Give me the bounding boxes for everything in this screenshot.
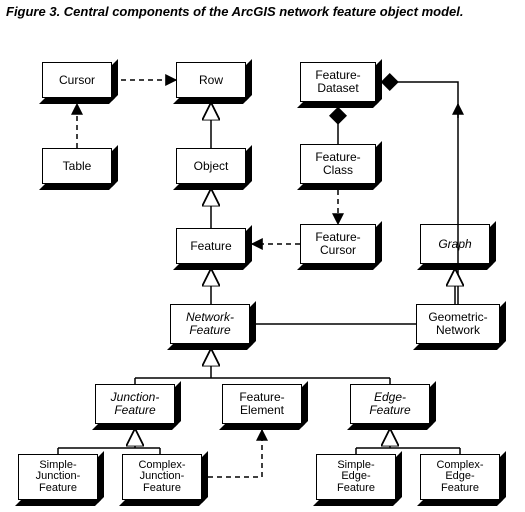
box-row-label: Row xyxy=(176,62,246,98)
box-geometric-network: Geometric-Network xyxy=(416,304,500,344)
box-simple-edge-feature: Simple-Edge-Feature xyxy=(316,454,396,500)
box-feature-dataset: Feature-Dataset xyxy=(300,62,376,102)
box-table-label: Table xyxy=(42,148,112,184)
figure-title: Figure 3. Central components of the ArcG… xyxy=(6,4,463,19)
box-graph: Graph xyxy=(420,224,490,264)
box-feature-cursor-label: Feature-Cursor xyxy=(300,224,376,264)
box-simple-junction-feature: Simple-Junction-Feature xyxy=(18,454,98,500)
box-simple-junction-feature-label: Simple-Junction-Feature xyxy=(18,454,98,500)
box-object: Object xyxy=(176,148,246,184)
box-edge-feature: Edge-Feature xyxy=(350,384,430,424)
diagram-canvas: Figure 3. Central components of the ArcG… xyxy=(0,0,525,512)
box-feature: Feature xyxy=(176,228,246,264)
box-geometric-network-label: Geometric-Network xyxy=(416,304,500,344)
box-simple-edge-feature-label: Simple-Edge-Feature xyxy=(316,454,396,500)
box-graph-label: Graph xyxy=(420,224,490,264)
box-feature-class-label: Feature-Class xyxy=(300,144,376,184)
box-object-label: Object xyxy=(176,148,246,184)
box-table: Table xyxy=(42,148,112,184)
box-edge-feature-label: Edge-Feature xyxy=(350,384,430,424)
box-row: Row xyxy=(176,62,246,98)
box-complex-junction-feature-label: Complex-Junction-Feature xyxy=(122,454,202,500)
box-feature-dataset-label: Feature-Dataset xyxy=(300,62,376,102)
box-feature-class: Feature-Class xyxy=(300,144,376,184)
box-cursor: Cursor xyxy=(42,62,112,98)
box-feature-label: Feature xyxy=(176,228,246,264)
box-complex-edge-feature-label: Complex-Edge-Feature xyxy=(420,454,500,500)
box-complex-edge-feature: Complex-Edge-Feature xyxy=(420,454,500,500)
box-junction-feature: Junction-Feature xyxy=(95,384,175,424)
box-feature-element: Feature-Element xyxy=(222,384,302,424)
box-feature-cursor: Feature-Cursor xyxy=(300,224,376,264)
box-feature-element-label: Feature-Element xyxy=(222,384,302,424)
box-complex-junction-feature: Complex-Junction-Feature xyxy=(122,454,202,500)
box-network-feature: Network-Feature xyxy=(170,304,250,344)
box-junction-feature-label: Junction-Feature xyxy=(95,384,175,424)
box-network-feature-label: Network-Feature xyxy=(170,304,250,344)
box-cursor-label: Cursor xyxy=(42,62,112,98)
